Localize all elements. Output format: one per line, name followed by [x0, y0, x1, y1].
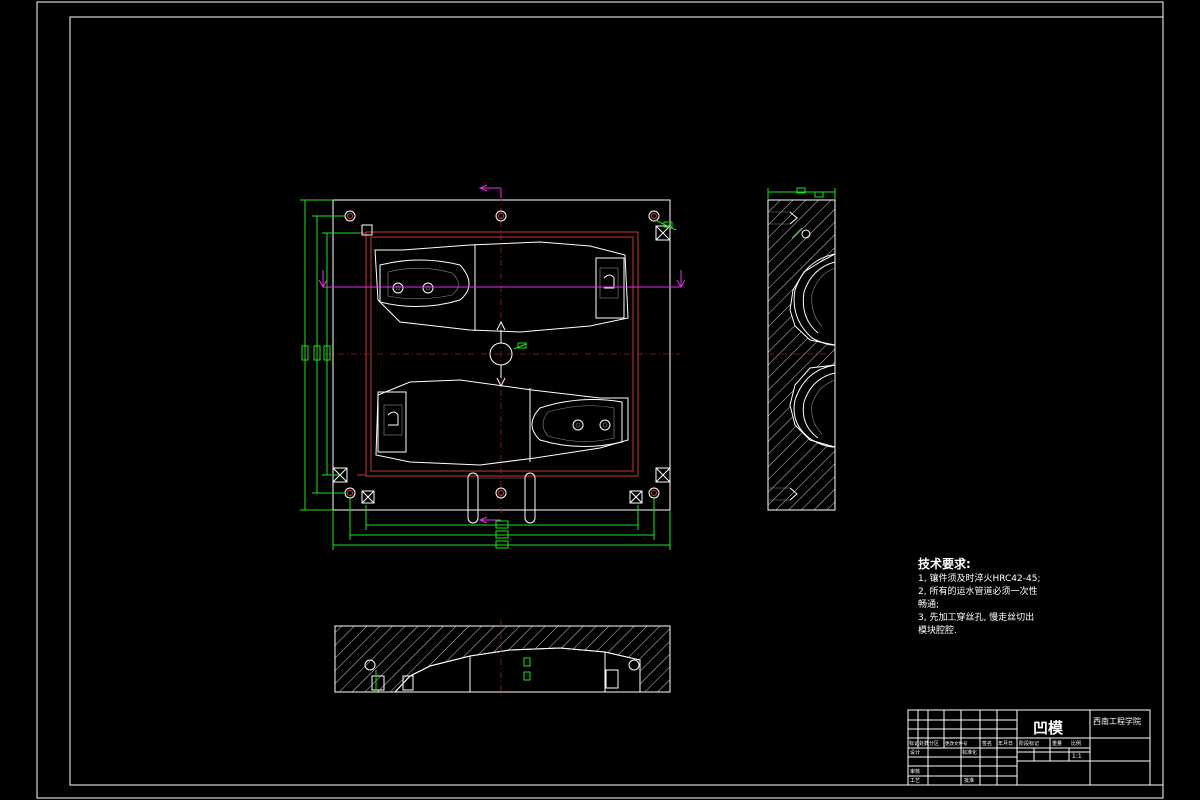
label-zone: 分区: [929, 740, 939, 747]
tech-req-title: 技术要求:: [918, 556, 971, 571]
plan-view: [300, 184, 686, 550]
channel-plugs: [332, 224, 671, 504]
title-block: 凹模 西南工程学院 标记 处数 分区 更改文件号 签名 年月日 设计 标准化 审…: [907, 709, 1151, 786]
label-signature: 签名: [982, 740, 992, 747]
label-change-doc: 更改文件号: [945, 740, 968, 747]
tech-req-item: 3, 先加工穿丝孔, 慢走丝切出: [918, 611, 1034, 623]
mold-plate-outline: [332, 199, 671, 511]
label-stage: 阶段标记: [1019, 740, 1039, 747]
front-section-view: [334, 620, 671, 698]
label-designer: 设计: [910, 749, 920, 756]
cad-drawing-canvas: 技术要求: 1, 镶件须及时淬火HRC42-45; 2, 所有的运水管道必须一次…: [36, 1, 1164, 799]
tech-req-item: 畅通;: [918, 598, 939, 610]
drawing-name: 凹模: [1033, 719, 1064, 737]
label-review: 审核: [910, 768, 920, 775]
label-count: 处数: [919, 740, 929, 747]
label-approve: 批准: [964, 777, 974, 784]
tech-req-item: 1, 镶件须及时淬火HRC42-45;: [918, 572, 1041, 584]
label-mark: 标记: [909, 740, 919, 747]
screw-holes: [344, 210, 660, 499]
label-scale: 比例: [1071, 740, 1081, 747]
label-weight: 重量: [1052, 740, 1062, 747]
tech-req-item: 2, 所有的运水管道必须一次性: [918, 585, 1037, 597]
lower-cavity: [375, 379, 629, 466]
label-standard: 标准化: [962, 749, 977, 756]
scale-value: 1:1: [1072, 753, 1082, 760]
label-process: 工艺: [910, 778, 920, 784]
tech-req-item: 模块腔腔.: [918, 624, 957, 636]
side-section-view: [767, 187, 836, 511]
technical-requirements: 技术要求: 1, 镶件须及时淬火HRC42-45; 2, 所有的运水管道必须一次…: [918, 556, 1041, 636]
label-date: 年月日: [998, 740, 1013, 747]
dimension-lines: [300, 199, 677, 550]
institution-name: 西南工程学院: [1093, 716, 1141, 726]
